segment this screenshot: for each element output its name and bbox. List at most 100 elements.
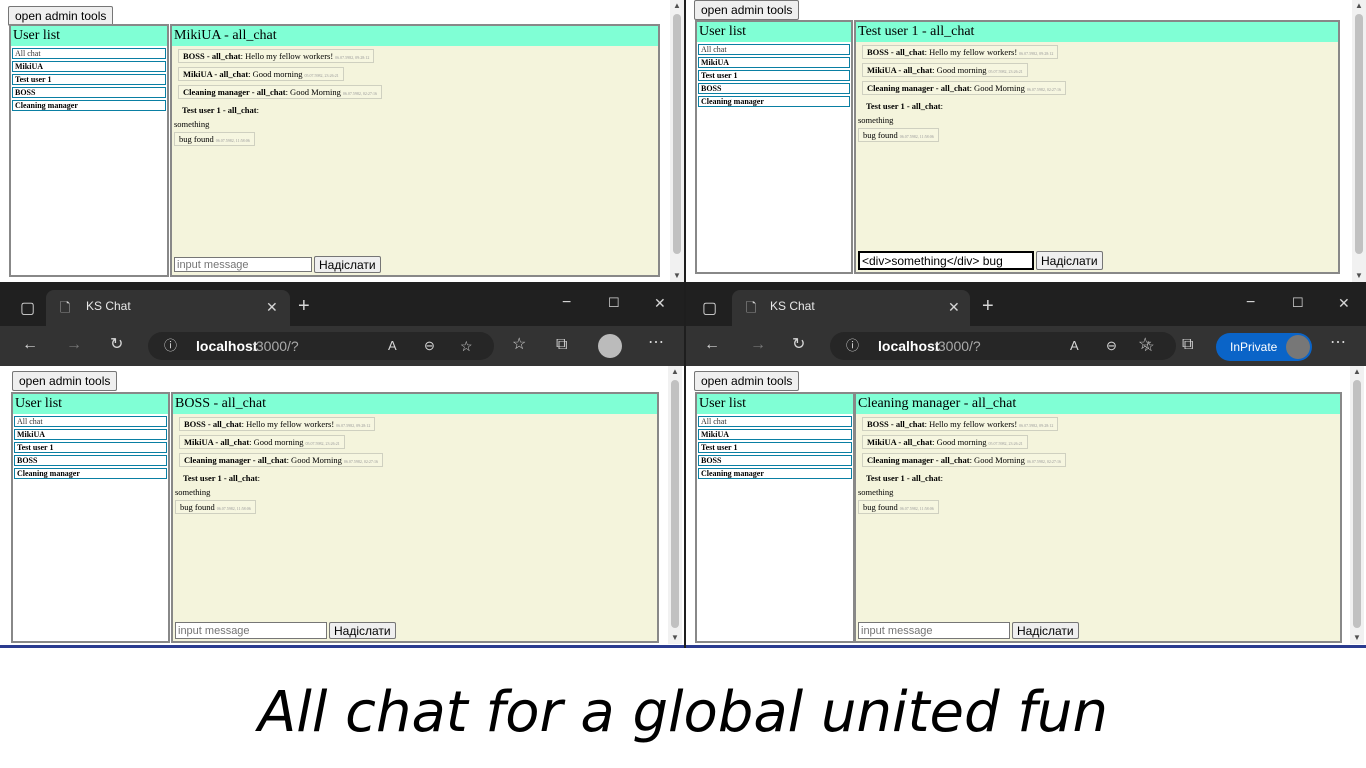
new-tab-icon[interactable]: +	[982, 296, 994, 316]
user-item-cleaning-manager[interactable]: Cleaning manager	[698, 96, 850, 107]
user-item-all-chat[interactable]: All chat	[698, 44, 850, 55]
scrollbar-thumb[interactable]	[1355, 14, 1363, 254]
user-item-cleaning-manager[interactable]: Cleaning manager	[14, 468, 167, 479]
user-item-all-chat[interactable]: All chat	[14, 416, 167, 427]
minimize-icon[interactable]: −	[1246, 294, 1255, 312]
message-time: 05.07.5982, 23:26:21	[305, 441, 340, 446]
tab-actions-icon[interactable]: ▢	[20, 300, 35, 318]
close-window-icon[interactable]: ✕	[1338, 294, 1350, 312]
more-menu-icon[interactable]: ⋯	[648, 334, 664, 352]
scroll-up-icon[interactable]: ▲	[1350, 366, 1364, 378]
address-bar[interactable]: ⓘ localhost :3000/? A ⊖ ☆	[830, 332, 1176, 360]
back-icon[interactable]: ←	[704, 336, 720, 354]
user-item-all-chat[interactable]: All chat	[12, 48, 166, 59]
scrollbar[interactable]: ▲ ▼	[668, 366, 682, 644]
user-item-cleaning-manager[interactable]: Cleaning manager	[12, 100, 166, 111]
tab-title: KS Chat	[770, 299, 815, 313]
profile-avatar[interactable]	[598, 334, 622, 358]
open-admin-tools-button[interactable]: open admin tools	[694, 0, 800, 20]
scroll-up-icon[interactable]: ▲	[668, 366, 682, 378]
user-item-mikiua[interactable]: MikiUA	[698, 429, 852, 440]
scroll-up-icon[interactable]: ▲	[670, 0, 684, 12]
favorites-icon[interactable]: ☆	[1138, 336, 1152, 354]
message-input[interactable]	[858, 622, 1010, 639]
user-item-boss[interactable]: BOSS	[698, 83, 850, 94]
chat-message: BOSS - all_chat: Hello my fellow workers…	[862, 45, 1059, 59]
refresh-icon[interactable]: ↻	[792, 336, 805, 354]
user-item-test-user-1[interactable]: Test user 1	[12, 74, 166, 85]
user-item-mikiua[interactable]: MikiUA	[698, 57, 850, 68]
message-sender: MikiUA - all_chat	[867, 437, 933, 447]
user-item-test-user-1[interactable]: Test user 1	[14, 442, 167, 453]
scroll-down-icon[interactable]: ▼	[670, 270, 684, 282]
send-button[interactable]: Надіслати	[314, 256, 381, 273]
message-time: 06.07.5982, 02:27:16	[343, 459, 379, 464]
open-admin-tools-button[interactable]: open admin tools	[694, 371, 800, 391]
open-admin-tools-button[interactable]: open admin tools	[8, 6, 114, 26]
scroll-down-icon[interactable]: ▼	[1352, 270, 1366, 282]
site-info-icon[interactable]: ⓘ	[164, 337, 177, 355]
send-button[interactable]: Надіслати	[329, 622, 396, 639]
open-admin-tools-button[interactable]: open admin tools	[12, 371, 118, 391]
scrollbar[interactable]: ▲ ▼	[670, 0, 684, 282]
collections-icon[interactable]: ⧉	[1182, 336, 1193, 354]
message-input[interactable]	[174, 257, 312, 272]
user-item-boss[interactable]: BOSS	[12, 87, 166, 98]
favorites-icon[interactable]: ☆	[512, 336, 526, 354]
scroll-down-icon[interactable]: ▼	[1350, 632, 1364, 644]
forward-icon[interactable]: →	[750, 336, 766, 354]
scrollbar-thumb[interactable]	[673, 14, 681, 254]
message-text: :	[940, 473, 943, 483]
more-menu-icon[interactable]: ⋯	[1330, 334, 1346, 352]
message-input[interactable]	[175, 622, 327, 639]
zoom-out-icon[interactable]: ⊖	[1106, 337, 1117, 355]
chat-message: Test user 1 - all_chat:	[179, 472, 264, 484]
minimize-icon[interactable]: −	[562, 294, 571, 312]
read-aloud-icon[interactable]: A	[1070, 337, 1079, 355]
message-sender: Test user 1 - all_chat	[866, 101, 941, 111]
scroll-down-icon[interactable]: ▼	[668, 632, 682, 644]
user-item-test-user-1[interactable]: Test user 1	[698, 70, 850, 81]
close-tab-icon[interactable]: ✕	[266, 298, 278, 316]
user-item-mikiua[interactable]: MikiUA	[14, 429, 167, 440]
address-bar[interactable]: ⓘ localhost :3000/? A ⊖ ☆	[148, 332, 494, 360]
site-info-icon[interactable]: ⓘ	[846, 337, 859, 355]
add-favorite-icon[interactable]: ☆	[460, 337, 473, 355]
close-tab-icon[interactable]: ✕	[948, 298, 960, 316]
tab-ks-chat[interactable]: 🗋 KS Chat ✕	[732, 290, 970, 326]
send-button[interactable]: Надіслати	[1012, 622, 1079, 639]
user-item-all-chat[interactable]: All chat	[698, 416, 852, 427]
zoom-out-icon[interactable]: ⊖	[424, 337, 435, 355]
user-item-cleaning-manager[interactable]: Cleaning manager	[698, 468, 852, 479]
forward-icon[interactable]: →	[66, 336, 82, 354]
scrollbar[interactable]: ▲ ▼	[1350, 366, 1364, 644]
pane-bottom-right: open admin tools User list All chat Miki…	[686, 366, 1366, 648]
pane-bottom-left: open admin tools User list All chat Miki…	[0, 366, 684, 648]
user-item-boss[interactable]: BOSS	[14, 455, 167, 466]
scroll-up-icon[interactable]: ▲	[1352, 0, 1366, 12]
read-aloud-icon[interactable]: A	[388, 337, 397, 355]
close-window-icon[interactable]: ✕	[654, 294, 666, 312]
scrollbar[interactable]: ▲ ▼	[1352, 0, 1366, 282]
message-text: : Hello my fellow workers!	[924, 419, 1018, 429]
message-input[interactable]	[858, 251, 1034, 270]
tab-ks-chat[interactable]: 🗋 KS Chat ✕	[46, 290, 290, 326]
new-tab-icon[interactable]: +	[298, 296, 310, 316]
user-item-boss[interactable]: BOSS	[698, 455, 852, 466]
user-item-mikiua[interactable]: MikiUA	[12, 61, 166, 72]
message-text: :	[257, 473, 260, 483]
send-button[interactable]: Надіслати	[1036, 251, 1103, 270]
refresh-icon[interactable]: ↻	[110, 336, 123, 354]
back-icon[interactable]: ←	[22, 336, 38, 354]
browser-window-left: ▢ 🗋 KS Chat ✕ + − ☐ ✕ ← → ↻ ⓘ localhost …	[0, 282, 684, 366]
user-item-test-user-1[interactable]: Test user 1	[698, 442, 852, 453]
inprivate-badge[interactable]: InPrivate	[1216, 333, 1312, 361]
scrollbar-thumb[interactable]	[1353, 380, 1361, 628]
maximize-icon[interactable]: ☐	[1292, 294, 1304, 312]
chat-message: Cleaning manager - all_chat: Good Mornin…	[862, 453, 1067, 467]
chat-message: bug found 06.07.5982, 11:58:06	[174, 132, 255, 146]
maximize-icon[interactable]: ☐	[608, 294, 620, 312]
scrollbar-thumb[interactable]	[671, 380, 679, 628]
tab-actions-icon[interactable]: ▢	[702, 300, 717, 318]
collections-icon[interactable]: ⧉	[556, 336, 567, 354]
